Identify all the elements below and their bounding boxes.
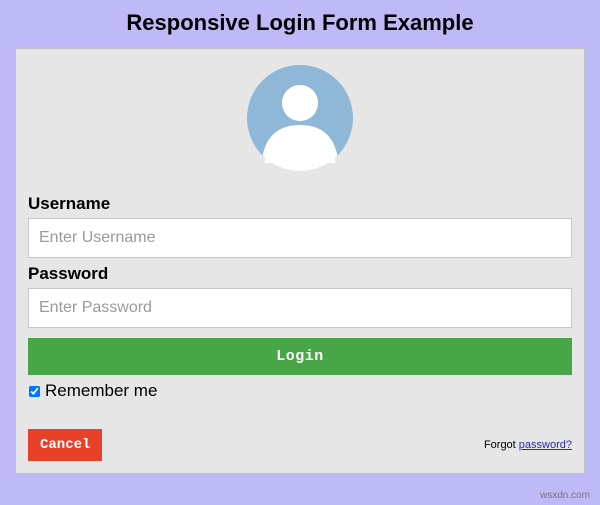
page-title: Responsive Login Form Example (15, 10, 585, 36)
password-input[interactable] (28, 288, 572, 328)
watermark: wsxdn.com (540, 490, 590, 501)
username-input[interactable] (28, 218, 572, 258)
forgot-text: Forgot password? (484, 439, 572, 451)
bottom-row: Cancel Forgot password? (16, 429, 584, 473)
forgot-prefix: Forgot (484, 439, 519, 451)
login-button[interactable]: Login (28, 338, 572, 375)
password-label: Password (28, 264, 572, 284)
remember-checkbox[interactable] (29, 385, 40, 396)
avatar-icon (245, 63, 355, 173)
form-area: Username Password Login Remember me (16, 194, 584, 411)
remember-label: Remember me (45, 381, 157, 401)
remember-row: Remember me (28, 381, 572, 401)
cancel-button[interactable]: Cancel (28, 429, 102, 461)
login-card: Username Password Login Remember me Canc… (15, 48, 585, 474)
username-label: Username (28, 194, 572, 214)
forgot-password-link[interactable]: password? (519, 439, 572, 451)
avatar-container (16, 49, 584, 188)
